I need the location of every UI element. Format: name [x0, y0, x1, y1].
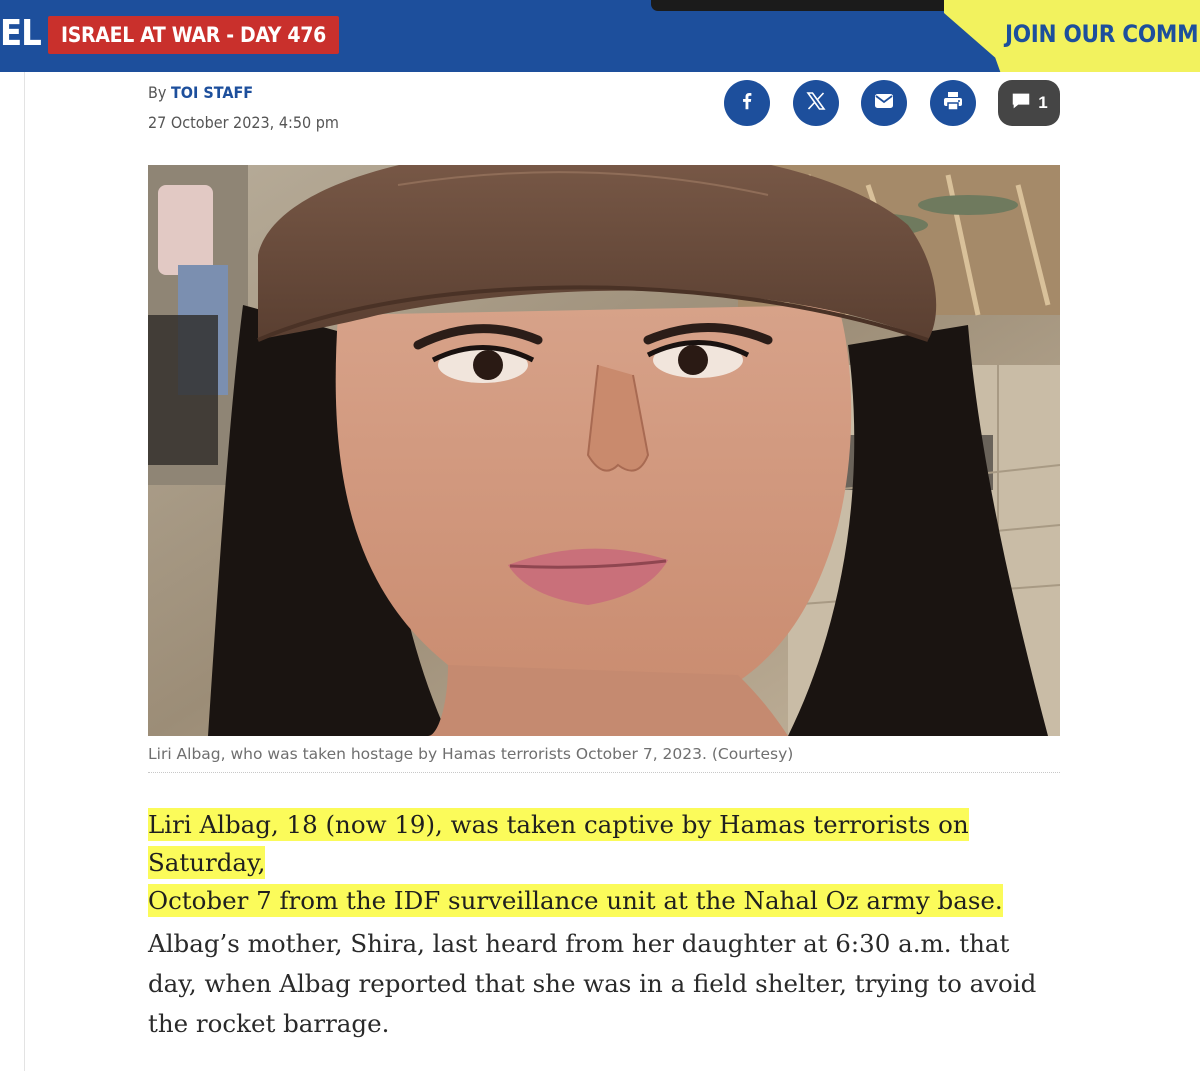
share-facebook-button[interactable]	[724, 80, 770, 126]
israel-at-war-badge[interactable]: ISRAEL AT WAR - DAY 476	[48, 16, 339, 54]
byline: By TOI STAFF	[148, 82, 253, 104]
comment-count: 1	[1038, 93, 1048, 112]
highlighted-text-line-2: October 7 from the IDF surveillance unit…	[148, 884, 1003, 917]
email-icon	[872, 89, 896, 118]
print-button[interactable]	[930, 80, 976, 126]
facebook-icon	[736, 90, 758, 117]
site-header: EL ISRAEL AT WAR - DAY 476 JOIN OUR COMM…	[0, 0, 1200, 72]
lead-paragraph: Liri Albag, 18 (now 19), was taken capti…	[148, 806, 1088, 920]
share-email-button[interactable]	[861, 80, 907, 126]
image-caption: Liri Albag, who was taken hostage by Ham…	[148, 745, 794, 763]
publish-date: 27 October 2023, 4:50 pm	[148, 113, 339, 132]
site-logo[interactable]: EL	[0, 12, 42, 56]
print-icon	[941, 89, 965, 118]
highlighted-text-line-1: Liri Albag, 18 (now 19), was taken capti…	[148, 808, 969, 879]
comments-button[interactable]: 1	[998, 80, 1060, 126]
x-icon	[804, 89, 828, 118]
share-x-button[interactable]	[793, 80, 839, 126]
join-community-label[interactable]: JOIN OUR COMMU	[1005, 16, 1200, 52]
body-paragraph: Albag’s mother, Shira, last heard from h…	[148, 929, 1037, 1038]
comment-icon	[1010, 90, 1032, 117]
byline-prefix: By	[148, 83, 167, 102]
page-edge-divider	[24, 72, 25, 1071]
author-link[interactable]: TOI STAFF	[171, 83, 253, 102]
caption-divider	[148, 772, 1060, 773]
article-photo[interactable]	[148, 165, 1060, 736]
